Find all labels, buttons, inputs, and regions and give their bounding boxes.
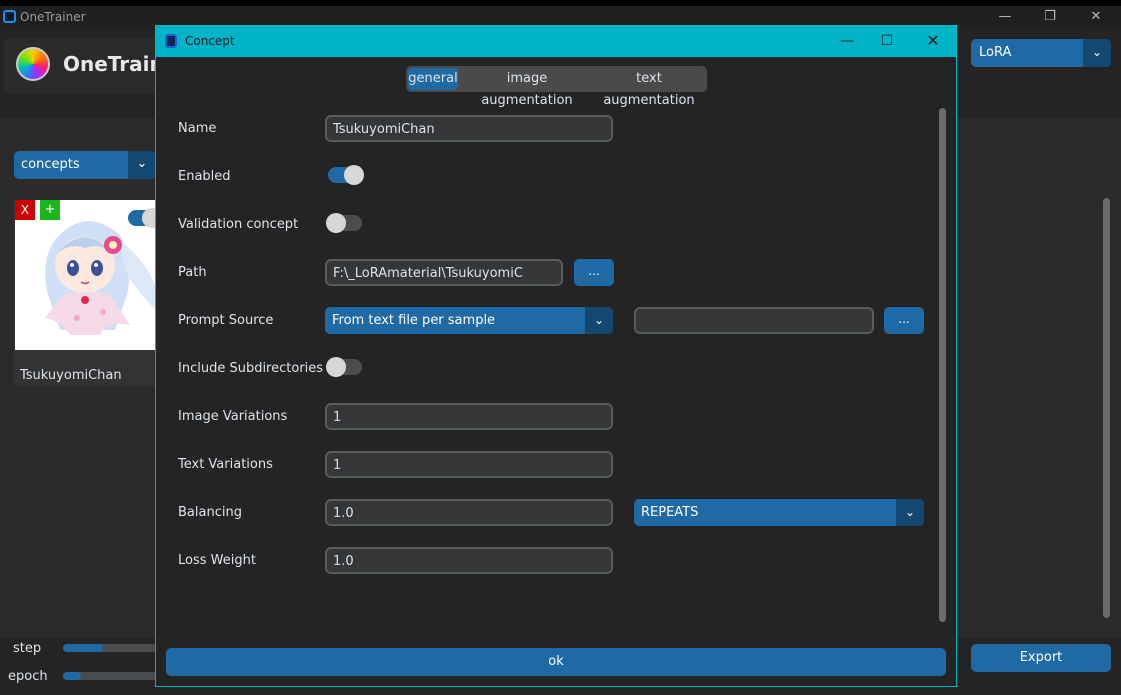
prompt-source-path-input[interactable] — [634, 307, 874, 334]
concept-dialog: Concept — ☐ ✕ general image augmentation… — [155, 25, 957, 687]
balancing-strategy-select[interactable]: REPEATS ⌄ — [634, 499, 924, 526]
concept-enabled-switch[interactable] — [128, 208, 162, 228]
prompt-source-browse-button[interactable]: ... — [884, 307, 924, 334]
text-variations-input[interactable]: 1 — [325, 451, 613, 478]
epoch-label: epoch — [8, 669, 48, 684]
concepts-select-value: concepts — [21, 157, 80, 172]
name-label: Name — [178, 121, 217, 136]
remove-concept-button[interactable]: X — [15, 200, 35, 220]
model-type-select[interactable]: LoRA ⌄ — [971, 39, 1111, 67]
enabled-label: Enabled — [178, 169, 231, 184]
include-subdirectories-switch[interactable] — [326, 357, 362, 377]
ok-button[interactable]: ok — [166, 648, 946, 676]
image-variations-input[interactable]: 1 — [325, 403, 613, 430]
model-type-value: LoRA — [979, 45, 1012, 60]
dialog-titlebar: Concept — ☐ ✕ — [156, 26, 956, 57]
add-concept-button[interactable]: + — [40, 200, 60, 220]
step-progress-bar — [63, 644, 163, 652]
balancing-strategy-value: REPEATS — [641, 505, 699, 520]
chevron-down-icon[interactable]: ⌄ — [585, 307, 613, 334]
loss-weight-input[interactable]: 1.0 — [325, 547, 613, 574]
concepts-select[interactable]: concepts ⌄ — [14, 151, 156, 179]
include-subdirectories-label: Include Subdirectories — [178, 361, 324, 376]
export-button[interactable]: Export — [971, 644, 1111, 672]
minimize-icon[interactable]: — — [985, 6, 1025, 30]
prompt-source-label: Prompt Source — [178, 313, 274, 328]
tab-image-augmentation[interactable]: image augmentation — [464, 68, 590, 108]
chevron-down-icon[interactable]: ⌄ — [128, 151, 156, 179]
minimize-icon[interactable]: — — [827, 29, 867, 53]
balancing-input[interactable]: 1.0 — [325, 499, 613, 526]
concept-card[interactable]: X + TsukuyomiChan — [14, 200, 162, 386]
tab-text-augmentation[interactable]: text augmentation — [594, 68, 704, 108]
concepts-scrollbar[interactable] — [1103, 198, 1110, 618]
step-progress-fill — [63, 644, 103, 652]
loss-weight-label: Loss Weight — [178, 553, 256, 568]
concept-card-name: TsukuyomiChan — [20, 368, 122, 383]
path-label: Path — [178, 265, 207, 280]
dialog-app-icon — [165, 34, 177, 48]
path-input[interactable]: F:\_LoRAmaterial\TsukuyomiC — [325, 259, 563, 286]
app-title: OneTrainer — [63, 52, 163, 76]
close-icon[interactable]: ✕ — [1076, 6, 1116, 30]
epoch-progress-fill — [63, 672, 81, 680]
app-icon — [3, 10, 16, 23]
app-header: OneTrainer — [4, 38, 169, 94]
restore-icon[interactable]: ❐ — [1030, 6, 1070, 30]
prompt-source-value: From text file per sample — [332, 313, 496, 328]
balancing-label: Balancing — [178, 505, 242, 520]
tab-general[interactable]: general — [408, 68, 458, 90]
maximize-icon[interactable]: ☐ — [867, 29, 907, 53]
window-title: OneTrainer — [20, 10, 86, 24]
dialog-title: Concept — [185, 34, 235, 48]
enabled-switch[interactable] — [328, 165, 364, 185]
text-variations-label: Text Variations — [178, 457, 273, 472]
step-label: step — [13, 641, 42, 656]
chevron-down-icon[interactable]: ⌄ — [896, 499, 924, 526]
chevron-down-icon[interactable]: ⌄ — [1083, 39, 1111, 67]
name-input[interactable]: TsukuyomiChan — [325, 115, 613, 142]
dialog-tabs: general image augmentation text augmenta… — [406, 66, 707, 108]
image-variations-label: Image Variations — [178, 409, 288, 424]
validation-concept-switch[interactable] — [326, 213, 362, 233]
close-icon[interactable]: ✕ — [913, 29, 953, 53]
validation-concept-label: Validation concept — [178, 217, 299, 232]
onetrainer-logo-icon — [16, 47, 50, 81]
epoch-progress-bar — [63, 672, 163, 680]
dialog-scrollbar[interactable] — [939, 108, 946, 622]
path-browse-button[interactable]: ... — [574, 259, 614, 286]
prompt-source-select[interactable]: From text file per sample ⌄ — [325, 307, 613, 334]
